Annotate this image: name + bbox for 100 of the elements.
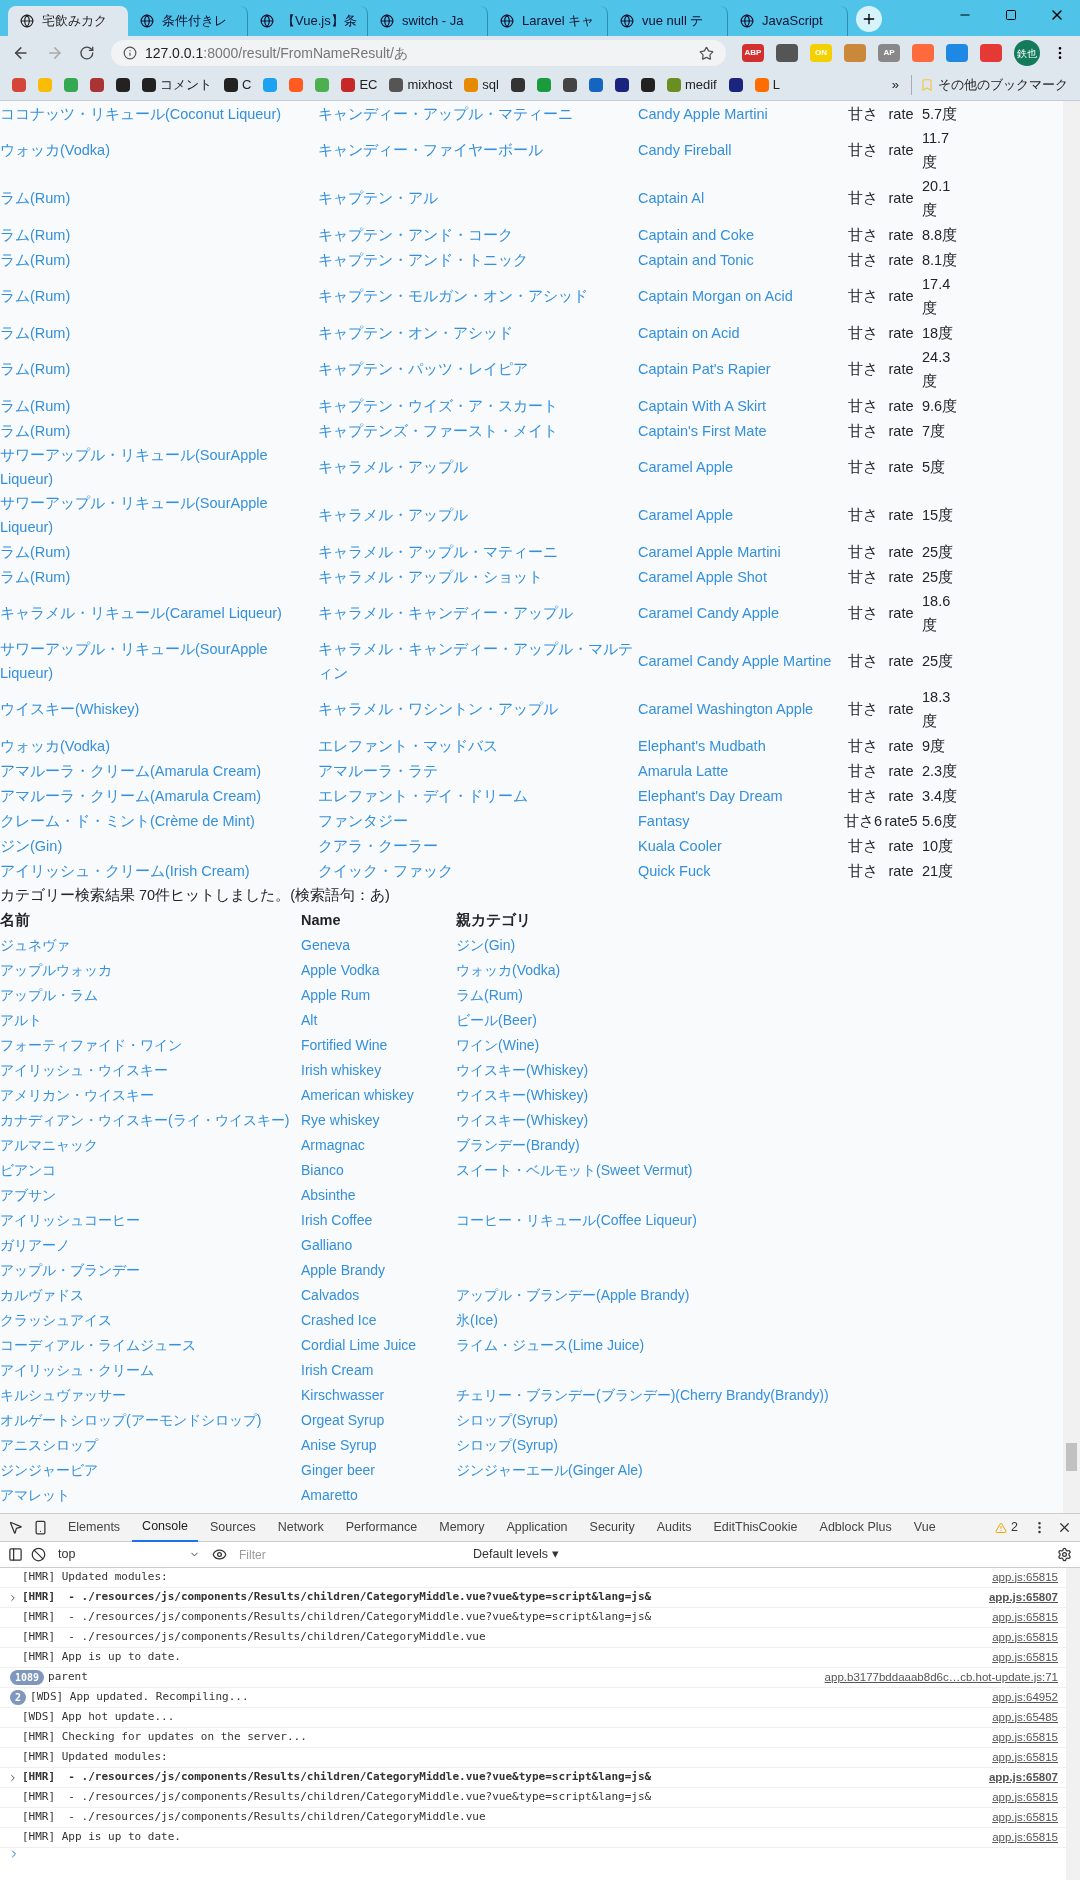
expand-icon[interactable] <box>8 1772 18 1783</box>
scrollbar[interactable] <box>1063 101 1080 1513</box>
cocktail-name-link[interactable]: キャプテン・アンド・トニック <box>318 247 638 272</box>
category-english-link[interactable]: Irish whiskey <box>301 1058 456 1083</box>
source-link[interactable]: app.js:65815 <box>992 1568 1058 1587</box>
base-spirit-link[interactable]: ジン(Gin) <box>0 833 318 858</box>
cocktail-name-link[interactable]: キャプテンズ・ファースト・メイト <box>318 418 638 443</box>
base-spirit-link[interactable]: アイリッシュ・クリーム(Irish Cream) <box>0 858 318 883</box>
settings-icon[interactable] <box>1057 1547 1072 1562</box>
bookmark[interactable] <box>510 78 525 92</box>
expand-icon[interactable] <box>8 1592 18 1603</box>
bookmark[interactable]: C <box>224 75 252 95</box>
cocktail-english-link[interactable]: Caramel Apple <box>638 455 844 479</box>
category-name-link[interactable]: アルマニャック <box>0 1133 301 1158</box>
devtools-tab[interactable]: Performance <box>335 1513 428 1542</box>
devtools-tab[interactable]: Network <box>267 1513 334 1542</box>
parent-category-link[interactable]: ライム・ジュース(Lime Juice) <box>456 1333 645 1358</box>
cocktail-name-link[interactable]: キャンディー・アップル・マティーニ <box>318 101 638 126</box>
base-spirit-link[interactable]: ラム(Rum) <box>0 393 318 418</box>
cocktail-english-link[interactable]: Caramel Washington Apple <box>638 697 844 721</box>
info-icon[interactable] <box>122 46 137 60</box>
other-bookmarks-folder[interactable]: その他のブックマーク <box>911 75 1068 95</box>
extension-icon[interactable]: ABP <box>742 44 764 62</box>
bookmark-star-icon[interactable] <box>699 45 714 61</box>
parent-category-link[interactable]: コーヒー・リキュール(Coffee Liqueur) <box>456 1208 697 1233</box>
devtools-tab[interactable]: Elements <box>58 1513 131 1542</box>
category-name-link[interactable]: クラッシュアイス <box>0 1308 301 1333</box>
source-link[interactable]: app.js:65485 <box>992 1708 1058 1727</box>
warning-count[interactable]: 2 <box>995 1518 1018 1537</box>
category-english-link[interactable]: Irish Coffee <box>301 1208 456 1233</box>
eye-icon[interactable] <box>212 1547 227 1562</box>
category-name-link[interactable]: コーディアル・ライムジュース <box>0 1333 301 1358</box>
category-english-link[interactable]: Geneva <box>301 933 456 958</box>
cocktail-name-link[interactable]: キャプテン・パッツ・レイピア <box>318 357 638 381</box>
category-english-link[interactable]: Fortified Wine <box>301 1033 456 1058</box>
base-spirit-link[interactable]: ラム(Rum) <box>0 418 318 443</box>
cocktail-name-link[interactable]: キャプテン・モルガン・オン・アシッド <box>318 284 638 308</box>
base-spirit-link[interactable]: サワーアップル・リキュール(SourApple Liqueur) <box>0 491 318 539</box>
parent-category-link[interactable]: シロップ(Syrup) <box>456 1433 558 1458</box>
category-english-link[interactable]: Absinthe <box>301 1183 456 1208</box>
devtools-tab[interactable]: Vue <box>903 1513 946 1542</box>
context-select[interactable]: top <box>54 1545 204 1564</box>
parent-category-link[interactable]: ジン(Gin) <box>456 933 516 958</box>
category-english-link[interactable]: Apple Vodka <box>301 958 456 983</box>
extension-icon[interactable] <box>776 44 798 62</box>
parent-category-link[interactable]: ウイスキー(Whiskey) <box>456 1058 589 1083</box>
cocktail-name-link[interactable]: キャラメル・ワシントン・アップル <box>318 697 638 721</box>
devtools-tab[interactable]: EditThisCookie <box>703 1513 808 1542</box>
category-english-link[interactable]: Cordial Lime Juice <box>301 1333 456 1358</box>
source-link[interactable]: app.js:65815 <box>992 1728 1058 1747</box>
devtools-tab[interactable]: Sources <box>200 1513 266 1542</box>
source-link[interactable]: app.js:64952 <box>992 1688 1058 1707</box>
category-name-link[interactable]: アップルウォッカ <box>0 958 301 983</box>
source-link[interactable]: app.js:65815 <box>992 1748 1058 1767</box>
source-link[interactable]: app.js:65807 <box>988 1768 1058 1787</box>
category-english-link[interactable]: Apple Brandy <box>301 1258 456 1283</box>
category-name-link[interactable]: ビアンコ <box>0 1158 301 1183</box>
sidebar-toggle-icon[interactable] <box>8 1547 23 1562</box>
devtools-tab[interactable]: Security <box>579 1513 645 1542</box>
devtools-tab[interactable]: Audits <box>646 1513 702 1542</box>
cocktail-name-link[interactable]: キャプテン・アル <box>318 186 638 210</box>
category-name-link[interactable]: ガリアーノ <box>0 1233 301 1258</box>
bookmark[interactable]: L <box>754 75 780 95</box>
category-name-link[interactable]: アルト <box>0 1008 301 1033</box>
parent-category-link[interactable]: ブランデー(Brandy) <box>456 1133 580 1158</box>
bookmark[interactable] <box>614 78 629 92</box>
category-name-link[interactable]: アメリカン・ウイスキー <box>0 1083 301 1108</box>
more-bookmarks-button[interactable]: » <box>891 75 899 95</box>
parent-category-link[interactable]: チェリー・ブランデー(ブランデー)(Cherry Brandy(Brandy)) <box>456 1383 829 1408</box>
cocktail-name-link[interactable]: キャプテン・オン・アシッド <box>318 320 638 345</box>
cocktail-name-link[interactable]: クイック・ファック <box>318 858 638 883</box>
parent-category-link[interactable]: ウイスキー(Whiskey) <box>456 1108 589 1133</box>
category-english-link[interactable]: American whiskey <box>301 1083 456 1108</box>
source-link[interactable]: app.js:65807 <box>988 1588 1058 1607</box>
cocktail-name-link[interactable]: アマルーラ・ラテ <box>318 758 638 783</box>
bookmark[interactable]: medif <box>666 75 717 95</box>
source-link[interactable]: app.js:65815 <box>992 1828 1058 1847</box>
parent-category-link[interactable]: ジンジャーエール(Ginger Ale) <box>456 1458 643 1483</box>
cocktail-english-link[interactable]: Captain Morgan on Acid <box>638 284 844 308</box>
bookmark[interactable]: EC <box>341 75 378 95</box>
bookmark[interactable] <box>640 78 655 92</box>
base-spirit-link[interactable]: ラム(Rum) <box>0 539 318 564</box>
cocktail-name-link[interactable]: エレファント・デイ・ドリーム <box>318 783 638 808</box>
category-english-link[interactable]: Anise Syrup <box>301 1433 456 1458</box>
category-name-link[interactable]: フォーティファイド・ワイン <box>0 1033 301 1058</box>
category-name-link[interactable]: アイリッシュコーヒー <box>0 1208 301 1233</box>
category-name-link[interactable]: オルゲートシロップ(アーモンドシロップ) <box>0 1408 301 1433</box>
profile-avatar[interactable]: 鉄也 <box>1014 40 1040 66</box>
cocktail-english-link[interactable]: Captain Al <box>638 186 844 210</box>
category-name-link[interactable]: アイリッシュ・ウイスキー <box>0 1058 301 1083</box>
category-name-link[interactable]: アマレット <box>0 1483 301 1508</box>
parent-category-link[interactable]: ビール(Beer) <box>456 1008 537 1033</box>
base-spirit-link[interactable]: クレーム・ド・ミント(Crème de Mint) <box>0 808 318 833</box>
cocktail-english-link[interactable]: Captain With A Skirt <box>638 393 844 418</box>
cocktail-name-link[interactable]: エレファント・マッドバス <box>318 733 638 758</box>
category-name-link[interactable]: ジュネヴァ <box>0 933 301 958</box>
bookmark[interactable] <box>116 78 130 92</box>
devtools-tab[interactable]: Application <box>496 1513 578 1542</box>
parent-category-link[interactable]: 氷(Ice) <box>456 1308 498 1333</box>
base-spirit-link[interactable]: キャラメル・リキュール(Caramel Liqueur) <box>0 601 318 625</box>
